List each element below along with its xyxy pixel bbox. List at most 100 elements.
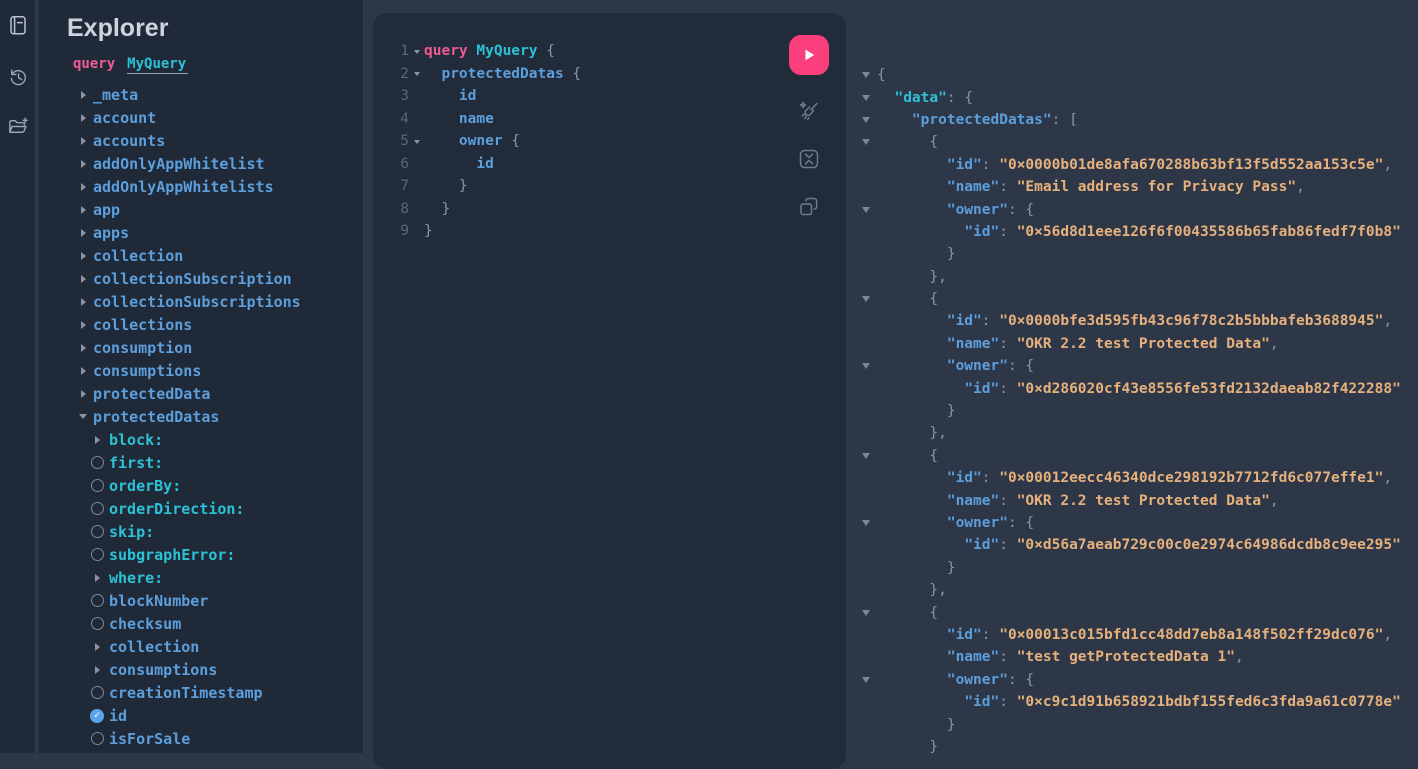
- radio-button[interactable]: [89, 617, 105, 630]
- tree-item-isForSale[interactable]: isForSale: [39, 727, 363, 750]
- new-collection-button[interactable]: [5, 114, 31, 138]
- radio-button[interactable]: [91, 617, 104, 630]
- tree-item-addOnlyAppWhitelist[interactable]: addOnlyAppWhitelist: [39, 152, 363, 175]
- radio-button[interactable]: [91, 594, 104, 607]
- expand-arrow-icon[interactable]: [75, 298, 91, 306]
- radio-button[interactable]: [89, 686, 105, 699]
- radio-button[interactable]: [91, 686, 104, 699]
- radio-button[interactable]: [89, 732, 105, 745]
- tree-item-orderBy[interactable]: orderBy:: [39, 474, 363, 497]
- expand-arrow-icon[interactable]: [81, 275, 86, 283]
- tree-item-subgraphError[interactable]: subgraphError:: [39, 543, 363, 566]
- expand-arrow-icon[interactable]: [81, 114, 86, 122]
- radio-button[interactable]: [91, 548, 104, 561]
- expand-arrow-icon[interactable]: [75, 114, 91, 122]
- expand-arrow-icon[interactable]: [81, 390, 86, 398]
- tree-item-_meta[interactable]: _meta: [39, 83, 363, 106]
- expand-arrow-icon[interactable]: [89, 574, 105, 582]
- execute-button[interactable]: [789, 35, 829, 75]
- tree-item-protectedDatas[interactable]: protectedDatas: [39, 405, 363, 428]
- expand-arrow-icon[interactable]: [95, 666, 100, 674]
- docs-button[interactable]: [5, 13, 31, 37]
- expand-arrow-icon[interactable]: [89, 436, 105, 444]
- collapse-arrow-icon[interactable]: [855, 520, 877, 526]
- radio-button[interactable]: [89, 502, 105, 515]
- expand-arrow-icon[interactable]: [75, 344, 91, 352]
- expand-arrow-icon[interactable]: [81, 183, 86, 191]
- tree-item-id[interactable]: ✓id: [39, 704, 363, 727]
- collapse-arrow-icon[interactable]: [855, 610, 877, 616]
- tree-item-account[interactable]: account: [39, 106, 363, 129]
- expand-arrow-icon[interactable]: [75, 321, 91, 329]
- expand-arrow-icon[interactable]: [81, 91, 86, 99]
- expand-arrow-icon[interactable]: [81, 298, 86, 306]
- query-code[interactable]: 1query MyQuery {2 protectedDatas {3 id4 …: [373, 13, 846, 243]
- radio-checked-icon[interactable]: ✓: [89, 709, 105, 723]
- collapse-arrow-icon[interactable]: [855, 95, 877, 101]
- fold-arrow-icon[interactable]: [409, 71, 424, 76]
- tree-item-collection[interactable]: collection: [39, 244, 363, 267]
- collapse-arrow-icon[interactable]: [855, 207, 877, 213]
- expand-arrow-icon[interactable]: [81, 229, 86, 237]
- expand-arrow-icon[interactable]: [75, 183, 91, 191]
- expand-arrow-icon[interactable]: [81, 367, 86, 375]
- collapse-arrow-icon[interactable]: [855, 139, 877, 145]
- tree-item-creationTimestamp[interactable]: creationTimestamp: [39, 681, 363, 704]
- tree-item-accounts[interactable]: accounts: [39, 129, 363, 152]
- expand-arrow-icon[interactable]: [81, 252, 86, 260]
- history-button[interactable]: [5, 65, 31, 89]
- tree-item-block[interactable]: block:: [39, 428, 363, 451]
- radio-button[interactable]: [89, 479, 105, 492]
- prettify-button[interactable]: [797, 99, 821, 123]
- tree-item-blockNumber[interactable]: blockNumber: [39, 589, 363, 612]
- collapse-arrow-icon[interactable]: [855, 117, 877, 123]
- radio-button[interactable]: [89, 456, 105, 469]
- expand-arrow-icon[interactable]: [75, 275, 91, 283]
- expand-arrow-icon[interactable]: [81, 137, 86, 145]
- expand-arrow-icon[interactable]: [95, 436, 100, 444]
- fold-arrow-icon[interactable]: [409, 139, 424, 144]
- expand-arrow-icon[interactable]: [89, 666, 105, 674]
- collapse-arrow-icon[interactable]: [855, 296, 877, 302]
- collapse-arrow-icon[interactable]: [75, 414, 91, 419]
- expand-arrow-icon[interactable]: [75, 390, 91, 398]
- expand-arrow-icon[interactable]: [75, 206, 91, 214]
- collapse-arrow-icon[interactable]: [855, 453, 877, 459]
- expand-arrow-icon[interactable]: [75, 367, 91, 375]
- tree-item-apps[interactable]: apps: [39, 221, 363, 244]
- collapse-arrow-icon[interactable]: [855, 72, 877, 78]
- expand-arrow-icon[interactable]: [75, 91, 91, 99]
- tree-item-collections[interactable]: collections: [39, 313, 363, 336]
- radio-button[interactable]: [91, 479, 104, 492]
- tree-item-where[interactable]: where:: [39, 566, 363, 589]
- expand-arrow-icon[interactable]: [75, 252, 91, 260]
- copy-button[interactable]: [797, 195, 821, 219]
- tree-item-checksum[interactable]: checksum: [39, 612, 363, 635]
- collapse-arrow-icon[interactable]: [855, 677, 877, 683]
- tree-item-addOnlyAppWhitelists[interactable]: addOnlyAppWhitelists: [39, 175, 363, 198]
- collapse-arrow-icon[interactable]: [855, 363, 877, 369]
- tree-item-consumptions[interactable]: consumptions: [39, 658, 363, 681]
- radio-button[interactable]: [89, 548, 105, 561]
- expand-arrow-icon[interactable]: [89, 643, 105, 651]
- radio-button[interactable]: [89, 594, 105, 607]
- radio-button[interactable]: [91, 732, 104, 745]
- tree-item-skip[interactable]: skip:: [39, 520, 363, 543]
- merge-button[interactable]: [797, 147, 821, 171]
- tree-item-collectionSubscriptions[interactable]: collectionSubscriptions: [39, 290, 363, 313]
- expand-arrow-icon[interactable]: [81, 160, 86, 168]
- tree-item-collection[interactable]: collection: [39, 635, 363, 658]
- expand-arrow-icon[interactable]: [81, 206, 86, 214]
- tree-item-app[interactable]: app: [39, 198, 363, 221]
- tree-item-collectionSubscription[interactable]: collectionSubscription: [39, 267, 363, 290]
- radio-button[interactable]: [91, 525, 104, 538]
- radio-checked-icon[interactable]: ✓: [90, 709, 104, 723]
- radio-button[interactable]: [91, 502, 104, 515]
- expand-arrow-icon[interactable]: [95, 643, 100, 651]
- tree-item-protectedData[interactable]: protectedData: [39, 382, 363, 405]
- expand-arrow-icon[interactable]: [81, 321, 86, 329]
- fold-arrow-icon[interactable]: [409, 49, 424, 54]
- radio-button[interactable]: [89, 525, 105, 538]
- operation-name-input[interactable]: MyQuery: [127, 56, 188, 74]
- expand-arrow-icon[interactable]: [81, 344, 86, 352]
